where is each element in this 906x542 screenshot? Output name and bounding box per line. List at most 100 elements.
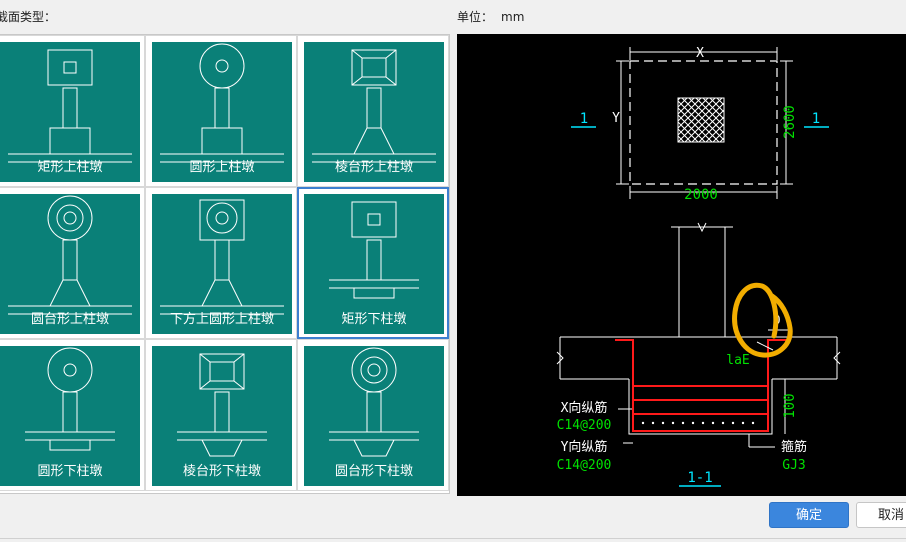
width-value: 2000 <box>684 187 718 203</box>
pier-icon-part <box>351 201 397 238</box>
height-value: 2600 <box>782 105 798 139</box>
pier-icon-part <box>199 199 245 241</box>
pier-icon-part <box>47 347 93 393</box>
pier-icon-part <box>62 87 78 129</box>
column-hatch <box>677 97 725 143</box>
pier-icon-part <box>367 213 381 226</box>
pier-icon-part <box>49 439 91 451</box>
pier-icon-part <box>351 347 397 393</box>
pier-icon-part <box>62 391 78 433</box>
pier-icon-part <box>366 391 382 433</box>
ok-button[interactable]: 确定 <box>769 502 849 528</box>
pier-icon-part <box>353 439 395 457</box>
section-option-cone-upper-pier[interactable]: 圆台形上柱墩 <box>0 187 145 339</box>
rebar-dot <box>651 421 655 425</box>
section-option-rect-lower-pier[interactable]: 矩形下柱墩 <box>297 187 449 339</box>
pier-icon-part <box>49 127 91 155</box>
dialog-button-bar: 确定 取消 <box>0 496 906 542</box>
pier-icon-part <box>199 43 245 89</box>
section-option-label: 圆台形上柱墩 <box>30 312 109 327</box>
pier-icon-part <box>49 279 91 307</box>
bottom-divider <box>0 538 906 539</box>
pier-icon-part <box>214 239 230 281</box>
pier-icon-part <box>201 439 243 457</box>
section-option-label: 棱台形上柱墩 <box>334 160 413 175</box>
pier-icon-part <box>214 391 230 433</box>
section-option-circle-upper-pier[interactable]: 圆形上柱墩 <box>145 35 297 187</box>
cancel-button[interactable]: 取消 <box>856 502 906 528</box>
pier-icon-part <box>215 59 229 73</box>
section-option-label: 圆形上柱墩 <box>189 160 255 175</box>
pier-icon-part <box>366 87 382 129</box>
lae-leader <box>756 341 774 351</box>
plan-view: X Y 2600 2000 1 1 <box>571 46 829 203</box>
stirrup-label: 箍筋 <box>781 439 807 455</box>
pier-icon-part <box>209 361 235 382</box>
section-option-label: 矩形下柱墩 <box>341 312 407 327</box>
pier-icon-part <box>63 211 77 225</box>
pier-icon-part <box>360 356 388 384</box>
section-title: 1-1 <box>687 470 712 486</box>
pier-icon-part <box>215 211 229 225</box>
section-mark-left: 1 <box>580 111 588 127</box>
pier-icon-part <box>47 49 93 86</box>
section-option-rect-upper-pier[interactable]: 矩形上柱墩 <box>0 35 145 187</box>
pier-icon-part <box>25 431 115 441</box>
pier-icon-part <box>366 239 382 281</box>
pier-icon-part <box>367 363 381 377</box>
pier-icon-part <box>63 363 77 377</box>
stirrup-value: GJ3 <box>782 458 805 473</box>
section-option-label: 下方上圆形上柱墩 <box>169 312 274 327</box>
rebar-dots <box>641 421 755 425</box>
rebar-dot <box>721 421 725 425</box>
unit-label: 单位： <box>457 10 494 24</box>
lae-label: laE <box>726 353 749 368</box>
section-option-cone-lower-pier[interactable]: 圆台形下柱墩 <box>297 339 449 491</box>
section-mark-right: 1 <box>812 111 820 127</box>
pier-icon-part <box>47 195 93 241</box>
section-option-label: 圆形下柱墩 <box>37 464 103 479</box>
unit-display: 单位： mm <box>457 8 524 25</box>
section-option-frustum-lower-pier[interactable]: 棱台形下柱墩 <box>145 339 297 491</box>
y-rebar-label: Y向纵筋 <box>561 439 608 455</box>
pier-icon-part <box>177 431 267 441</box>
section-option-circle-lower-pier[interactable]: 圆形下柱墩 <box>0 339 145 491</box>
x-rebar-label: X向纵筋 <box>561 400 608 416</box>
section-option-square-base-round-upper-pier[interactable]: 下方上圆形上柱墩 <box>145 187 297 339</box>
depth-value: 100 <box>782 393 798 418</box>
section-option-label: 圆台形下柱墩 <box>334 464 413 479</box>
pier-icon-part <box>361 57 387 78</box>
section-option-label: 棱台形下柱墩 <box>182 464 261 479</box>
pier-icon-part <box>329 279 419 289</box>
x-rebar-value: C14@200 <box>557 418 612 433</box>
pier-icon-part <box>353 127 395 155</box>
pier-icon-part <box>206 202 238 234</box>
rebar-dot <box>661 421 665 425</box>
section-preview-drawing: X Y 2600 2000 1 1 0 laE 100 X向纵筋 C14@200… <box>557 46 841 487</box>
section-preview-panel: X Y 2600 2000 1 1 0 laE 100 X向纵筋 C14@200… <box>457 34 906 496</box>
dim-x-label: X <box>696 46 704 61</box>
pier-icon-part <box>351 49 397 86</box>
rebar-dot <box>731 421 735 425</box>
pier-icon-part <box>201 127 243 155</box>
section-option-label: 矩形上柱墩 <box>37 160 103 175</box>
rebar-dot <box>681 421 685 425</box>
rebar-dot <box>701 421 705 425</box>
rebar-dot <box>671 421 675 425</box>
rebar-dot <box>751 421 755 425</box>
section-option-frustum-upper-pier[interactable]: 棱台形上柱墩 <box>297 35 449 187</box>
dim-y-label: Y <box>612 111 620 126</box>
section-type-label: 截面类型： <box>0 10 57 24</box>
y-rebar-value: C14@200 <box>557 458 612 473</box>
rebar-dot <box>641 421 645 425</box>
pier-icon-part <box>201 279 243 307</box>
pier-icon-part <box>63 61 77 74</box>
rebar-dot <box>691 421 695 425</box>
pier-icon-part <box>329 431 419 441</box>
unit-value: mm <box>501 10 525 24</box>
column-section <box>678 226 726 338</box>
pier-icon-part <box>199 353 245 390</box>
pier-icon-part <box>56 204 84 232</box>
pier-icon-part <box>353 287 395 299</box>
pier-icon-part <box>62 239 78 281</box>
